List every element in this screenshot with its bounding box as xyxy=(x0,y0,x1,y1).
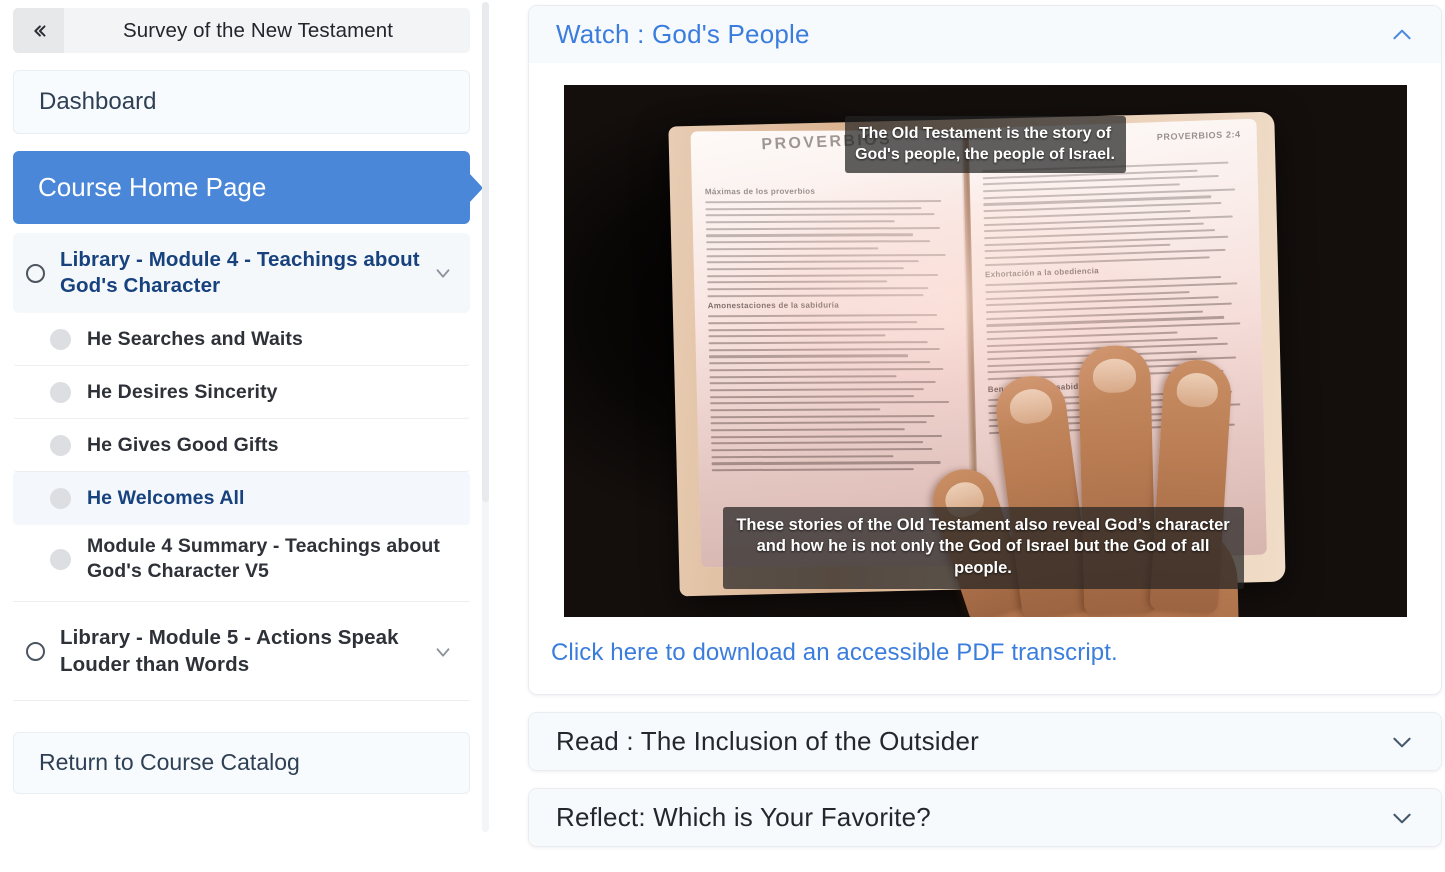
list-item[interactable]: He Gives Good Gifts xyxy=(13,419,470,473)
module-4: Library - Module 4 - Teachings about God… xyxy=(13,233,470,314)
module-header-4[interactable]: Library - Module 4 - Teachings about God… xyxy=(13,233,470,314)
bible-col-heading: Amonestaciones de la sabiduría xyxy=(707,300,839,311)
section-read-header[interactable]: Read : The Inclusion of the Outsider xyxy=(529,713,1441,770)
module-label: Library - Module 5 - Actions Speak Loude… xyxy=(60,626,399,676)
chevron-down-icon[interactable] xyxy=(1389,805,1415,831)
list-item[interactable]: He Desires Sincerity xyxy=(13,366,470,420)
section-watch-header[interactable]: Watch : God's People xyxy=(529,6,1441,63)
section-watch-body: PROVERBIOS Máximas de los proverbios Amo… xyxy=(529,63,1441,694)
main-content: Watch : God's People PROVERBIOS Máximas … xyxy=(497,0,1445,872)
section-reflect-header[interactable]: Reflect: Which is Your Favorite? xyxy=(529,789,1441,846)
list-item-active[interactable]: He Welcomes All xyxy=(13,472,470,526)
course-home-page-button[interactable]: Course Home Page xyxy=(13,151,470,224)
bible-col-heading: Exhortación a la obediencia xyxy=(984,266,1099,280)
lesson-label: He Desires Sincerity xyxy=(87,380,278,403)
divider xyxy=(13,699,470,701)
section-reflect: Reflect: Which is Your Favorite? xyxy=(528,788,1442,847)
lesson-status-icon xyxy=(50,487,71,509)
course-sidebar: Survey of the New Testament Dashboard Co… xyxy=(0,0,497,872)
course-title: Survey of the New Testament xyxy=(122,18,394,42)
list-item[interactable]: He Searches and Waits xyxy=(13,313,470,367)
video-caption-bottom: These stories of the Old Testament also … xyxy=(722,506,1244,589)
module-header-5[interactable]: Library - Module 5 - Actions Speak Loude… xyxy=(13,611,470,691)
chevron-down-icon[interactable] xyxy=(432,262,454,284)
lesson-status-icon xyxy=(50,548,71,570)
dashboard-button[interactable]: Dashboard xyxy=(13,70,470,134)
sidebar-header: Survey of the New Testament xyxy=(13,8,470,53)
return-to-course-catalog-button[interactable]: Return to Course Catalog xyxy=(13,731,470,794)
chevron-down-icon[interactable] xyxy=(432,641,454,663)
module-5: Library - Module 5 - Actions Speak Loude… xyxy=(13,611,470,691)
section-title: Read : The Inclusion of the Outsider xyxy=(556,726,979,756)
module-label: Library - Module 4 - Teachings about God… xyxy=(60,248,420,298)
sidebar-scrollbar[interactable] xyxy=(482,2,489,832)
lesson-label: He Welcomes All xyxy=(87,486,245,509)
lesson-label: He Gives Good Gifts xyxy=(87,433,279,456)
circle-outline-icon xyxy=(26,263,45,283)
lesson-label: He Searches and Waits xyxy=(87,327,303,350)
video-caption-top: The Old Testament is the story of God's … xyxy=(844,116,1126,174)
circle-outline-icon xyxy=(26,642,45,662)
lesson-status-icon xyxy=(50,434,71,456)
module-4-lessons: He Searches and Waits He Desires Sinceri… xyxy=(13,313,470,593)
course-player: Survey of the New Testament Dashboard Co… xyxy=(0,0,1445,872)
bible-page-reference: PROVERBIOS 2:4 xyxy=(1156,129,1241,143)
divider xyxy=(13,601,470,603)
list-item[interactable]: Module 4 Summary - Teachings about God's… xyxy=(13,525,470,593)
lesson-status-icon xyxy=(50,381,71,403)
video-player[interactable]: PROVERBIOS Máximas de los proverbios Amo… xyxy=(563,85,1407,617)
section-title: Reflect: Which is Your Favorite? xyxy=(556,802,931,832)
lesson-status-icon xyxy=(50,328,71,350)
bible-left-page: PROVERBIOS Máximas de los proverbios Amo… xyxy=(689,129,973,568)
section-read: Read : The Inclusion of the Outsider xyxy=(528,712,1442,771)
section-title: Watch : God's People xyxy=(556,19,810,49)
section-watch: Watch : God's People PROVERBIOS Máximas … xyxy=(528,5,1442,695)
pdf-transcript-link[interactable]: Click here to download an accessible PDF… xyxy=(551,639,1441,667)
double-chevron-left-icon[interactable] xyxy=(13,8,64,53)
chevron-down-icon[interactable] xyxy=(1389,729,1415,755)
chevron-up-icon[interactable] xyxy=(1389,22,1415,48)
bible-col-heading: Máximas de los proverbios xyxy=(704,186,815,197)
lesson-label: Module 4 Summary - Teachings about God's… xyxy=(87,535,441,583)
